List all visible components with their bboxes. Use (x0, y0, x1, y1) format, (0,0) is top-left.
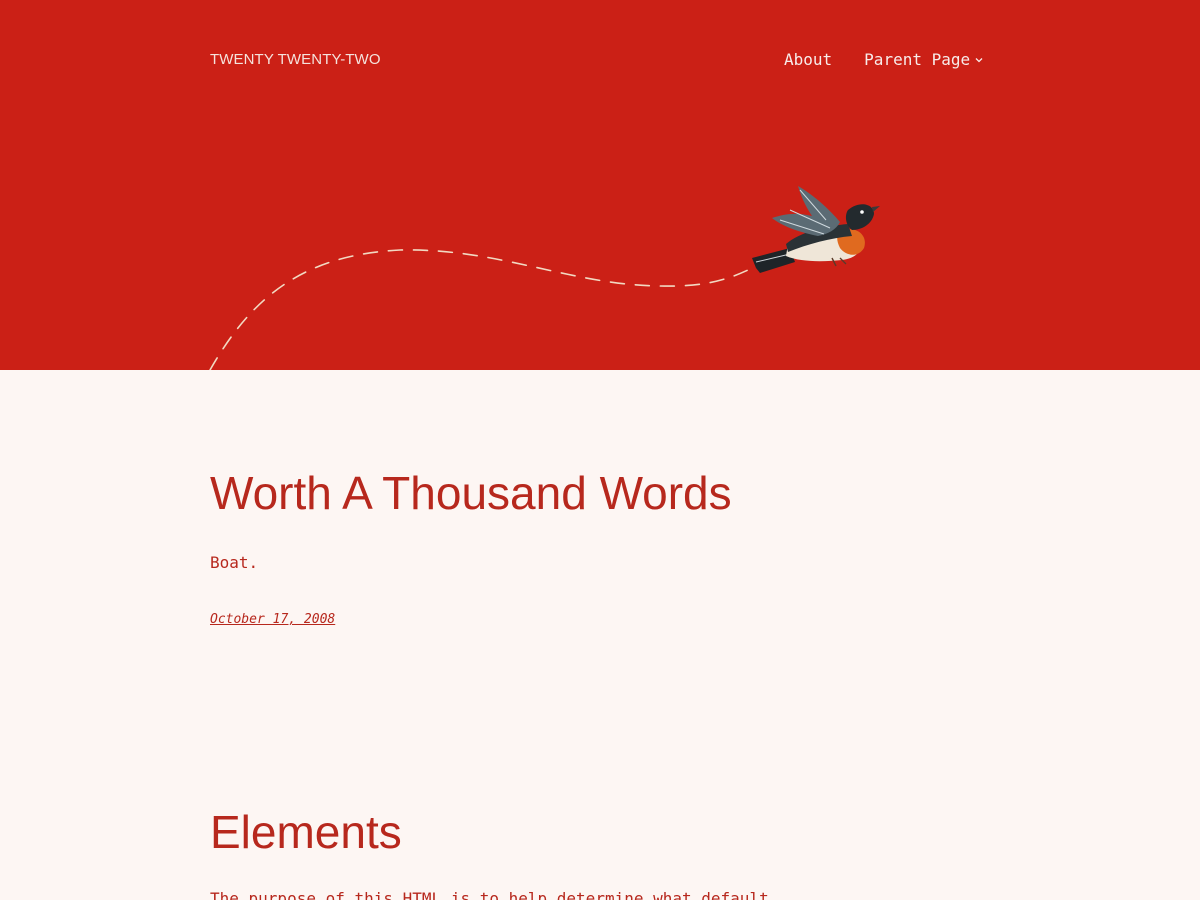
section-body: The purpose of this HTML is to help dete… (210, 889, 769, 900)
nav-item-about[interactable]: About (784, 50, 832, 69)
post-date[interactable]: October 17, 2008 (210, 612, 335, 627)
bird-icon (752, 186, 880, 273)
nav-item-label: Parent Page (864, 50, 971, 69)
primary-navigation: About Parent Page (784, 50, 984, 69)
section-title[interactable]: Elements (210, 805, 402, 859)
chevron-down-icon[interactable] (974, 55, 984, 65)
flight-path (209, 249, 761, 370)
post-title[interactable]: Worth A Thousand Words (210, 466, 732, 520)
hero-illustration (209, 186, 880, 370)
nav-item-parent-page[interactable]: Parent Page (864, 50, 984, 69)
post-excerpt: Boat. (210, 553, 259, 572)
site-title[interactable]: TWENTY TWENTY-TWO (210, 51, 381, 68)
site-header: TWENTY TWENTY-TWO About Parent Page (0, 0, 1200, 370)
